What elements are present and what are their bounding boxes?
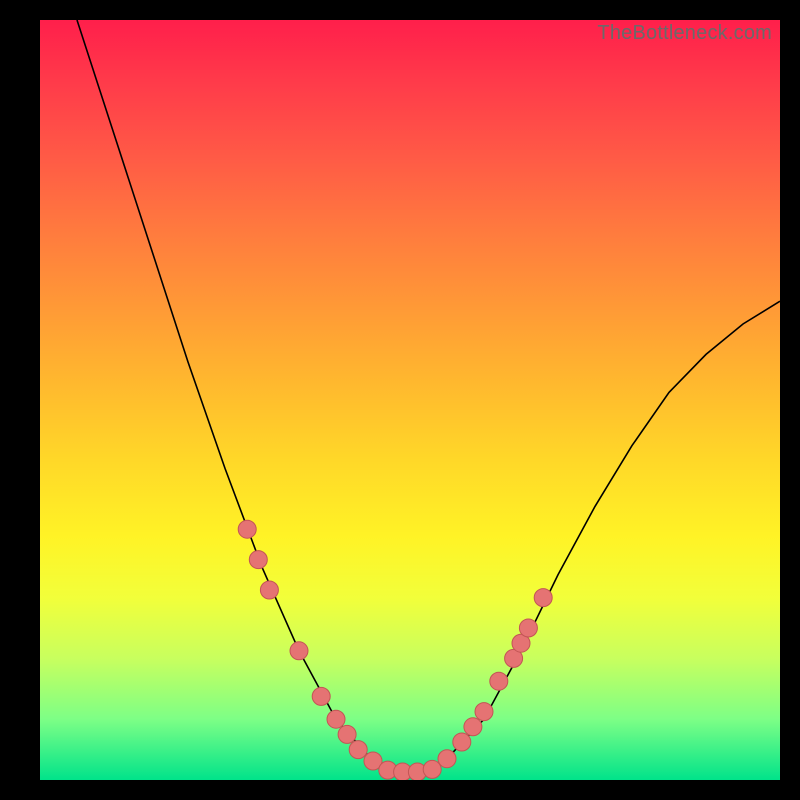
- curve-marker: [249, 551, 267, 569]
- curve-marker: [260, 581, 278, 599]
- markers-left-group: [238, 520, 382, 770]
- curve-marker: [464, 718, 482, 736]
- curve-marker: [238, 520, 256, 538]
- curve-marker: [312, 687, 330, 705]
- curve-marker: [327, 710, 345, 728]
- plot-area: TheBottleneck.com: [40, 20, 780, 780]
- curve-marker: [290, 642, 308, 660]
- chart-svg: [40, 20, 780, 780]
- curve-marker: [438, 750, 456, 768]
- curve-marker: [453, 733, 471, 751]
- chart-frame: TheBottleneck.com: [0, 0, 800, 800]
- curve-marker: [349, 741, 367, 759]
- markers-right-group: [453, 589, 552, 751]
- curve-marker: [490, 672, 508, 690]
- curve-marker: [423, 760, 441, 778]
- markers-bottom-group: [379, 750, 456, 780]
- curve-marker: [338, 725, 356, 743]
- bottleneck-curve: [77, 20, 780, 772]
- curve-marker: [475, 703, 493, 721]
- curve-marker: [519, 619, 537, 637]
- curve-marker: [534, 589, 552, 607]
